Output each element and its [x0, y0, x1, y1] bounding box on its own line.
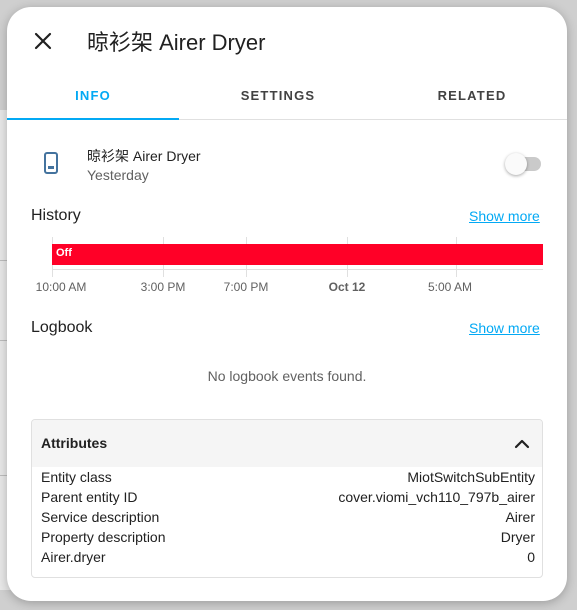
attribute-row: Entity class MiotSwitchSubEntity [41, 469, 535, 489]
attribute-value: 0 [527, 549, 535, 565]
timeline-state-bar[interactable]: Off [52, 244, 543, 265]
more-info-dialog: 晾衫架 Airer Dryer INFO SETTINGS RELATED 晾衫… [7, 7, 567, 601]
attribute-row: Service description Airer [41, 509, 535, 529]
attribute-row: Property description Dryer [41, 529, 535, 549]
tab-info[interactable]: INFO [7, 71, 179, 120]
history-title: History [31, 207, 81, 224]
dialog-title: 晾衫架 Airer Dryer [87, 30, 266, 55]
attribute-row: Parent entity ID cover.viomi_vch110_797b… [41, 489, 535, 509]
chevron-up-icon [514, 439, 530, 449]
timeline-state-label: Off [56, 247, 72, 259]
entity-row: 晾衫架 Airer Dryer Yesterday [31, 139, 543, 191]
attribute-key: Parent entity ID [41, 489, 138, 505]
close-button[interactable] [25, 23, 61, 59]
attribute-row: Airer.dryer 0 [41, 549, 535, 569]
timeline-tick: 10:00 AM [35, 280, 87, 294]
attribute-key: Entity class [41, 469, 112, 485]
attribute-key: Property description [41, 529, 166, 545]
history-show-more-link[interactable]: Show more [469, 208, 540, 224]
attribute-key: Airer.dryer [41, 549, 106, 565]
logbook-empty-message: No logbook events found. [207, 368, 367, 384]
tab-related[interactable]: RELATED [377, 71, 567, 119]
entity-last-changed: Yesterday [87, 167, 149, 183]
timeline-tick: Oct 12 [328, 280, 366, 294]
timeline-tick: 5:00 AM [427, 280, 473, 294]
attributes-title: Attributes [41, 435, 108, 451]
cellphone-icon [44, 152, 58, 174]
attribute-value: MiotSwitchSubEntity [407, 469, 535, 485]
tab-settings[interactable]: SETTINGS [179, 71, 377, 119]
timeline-tick: 3:00 PM [140, 280, 186, 294]
attribute-value: Dryer [500, 529, 535, 545]
tab-bar: INFO SETTINGS RELATED [7, 71, 567, 120]
logbook-show-more-link[interactable]: Show more [469, 320, 540, 336]
timeline-axis [52, 269, 543, 270]
timeline-tick: 7:00 PM [223, 280, 269, 294]
close-icon [34, 32, 52, 50]
entity-toggle[interactable] [505, 153, 541, 175]
dialog-header: 晾衫架 Airer Dryer [7, 7, 567, 71]
attribute-key: Service description [41, 509, 160, 525]
attribute-value: Airer [505, 509, 535, 525]
logbook-title: Logbook [31, 319, 93, 336]
history-timeline: Off 10:00 AM 3:00 PM 7:00 PM Oct 12 5:00… [31, 233, 543, 303]
entity-name: 晾衫架 Airer Dryer [87, 148, 201, 164]
attributes-header[interactable]: Attributes [32, 420, 542, 467]
toggle-knob [505, 153, 527, 175]
attributes-panel: Attributes Entity class MiotSwitchSubEnt… [31, 419, 543, 578]
attribute-value: cover.viomi_vch110_797b_airer [338, 489, 535, 505]
